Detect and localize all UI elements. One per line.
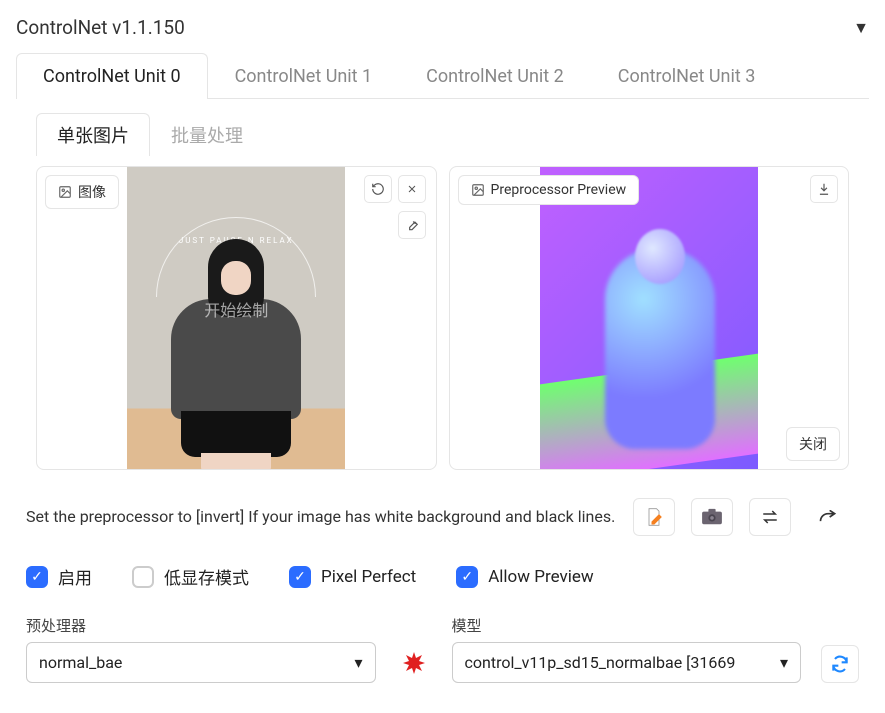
checkbox-checked-icon: ✓ (289, 566, 311, 588)
chevron-down-icon: ▾ (780, 653, 788, 672)
input-image: 开始绘制 (37, 167, 436, 469)
mode-tabs: 单张图片 批量处理 (36, 113, 869, 156)
chevron-down-icon: ▾ (354, 653, 362, 672)
clear-button[interactable] (398, 175, 426, 203)
checkbox-checked-icon: ✓ (456, 566, 478, 588)
pixel-perfect-checkbox[interactable]: ✓ Pixel Perfect (289, 566, 416, 588)
input-image-panel[interactable]: 图像 开始绘制 (36, 166, 437, 470)
tab-unit-0[interactable]: ControlNet Unit 0 (16, 53, 208, 99)
model-label: 模型 (452, 615, 802, 636)
model-select[interactable]: control_v11p_sd15_normalbae [31669 ▾ (452, 642, 802, 683)
checkbox-checked-icon: ✓ (26, 566, 48, 588)
watermark-text: 开始绘制 (204, 297, 268, 321)
swap-icon (761, 510, 779, 524)
refresh-icon (830, 654, 850, 674)
explosion-icon (402, 651, 426, 675)
preprocessor-select[interactable]: normal_bae ▾ (26, 642, 376, 683)
tab-unit-2[interactable]: ControlNet Unit 2 (399, 53, 591, 99)
swap-button[interactable] (749, 498, 791, 536)
preprocessor-label: 预处理器 (26, 615, 376, 636)
preview-badge-label: Preprocessor Preview (491, 182, 627, 198)
send-button[interactable] (807, 498, 849, 536)
preview-panel: Preprocessor Preview 关闭 (449, 166, 850, 470)
collapse-icon[interactable]: ▼ (853, 18, 869, 38)
send-arrow-icon (818, 510, 838, 524)
download-button[interactable] (810, 175, 838, 203)
run-preprocessor-button[interactable] (396, 643, 432, 683)
undo-button[interactable] (364, 175, 392, 203)
tab-unit-3[interactable]: ControlNet Unit 3 (591, 53, 783, 99)
section-header: ControlNet v1.1.150 ▼ (16, 16, 869, 39)
close-preview-button[interactable]: 关闭 (786, 427, 840, 461)
camera-icon (701, 508, 723, 526)
enable-checkbox[interactable]: ✓ 启用 (26, 564, 92, 589)
badge-label: 图像 (78, 182, 106, 202)
header-title: ControlNet v1.1.150 (16, 16, 185, 39)
preview-badge: Preprocessor Preview (458, 175, 640, 205)
new-canvas-button[interactable] (633, 498, 675, 536)
allow-preview-checkbox[interactable]: ✓ Allow Preview (456, 566, 593, 588)
document-pencil-icon (644, 507, 664, 527)
input-image-badge: 图像 (45, 175, 119, 209)
preview-image (450, 167, 849, 469)
tab-unit-1[interactable]: ControlNet Unit 1 (208, 53, 400, 99)
checkbox-icon (132, 566, 154, 588)
unit-tabs: ControlNet Unit 0 ControlNet Unit 1 Cont… (16, 53, 869, 99)
webcam-button[interactable] (691, 498, 733, 536)
tab-batch[interactable]: 批量处理 (150, 113, 264, 156)
lowvram-checkbox[interactable]: 低显存模式 (132, 564, 249, 589)
edit-button[interactable] (398, 211, 426, 239)
tab-single-image[interactable]: 单张图片 (36, 113, 150, 156)
refresh-models-button[interactable] (821, 645, 859, 683)
hint-text: Set the preprocessor to [invert] If your… (26, 504, 625, 530)
